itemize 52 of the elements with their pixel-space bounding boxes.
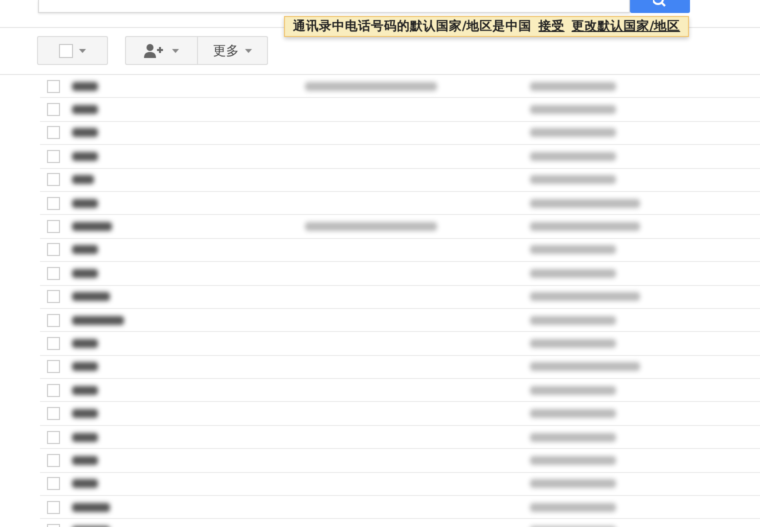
accept-link[interactable]: 接受	[538, 18, 565, 35]
row-checkbox[interactable]	[47, 336, 60, 350]
row-checkbox[interactable]	[47, 384, 60, 397]
more-button[interactable]: 更多	[198, 36, 268, 65]
checkbox-icon	[59, 44, 73, 58]
blurred-name	[72, 128, 98, 138]
blurred-name	[72, 456, 98, 465]
row-checkbox[interactable]	[47, 477, 60, 490]
row-checkbox[interactable]	[47, 80, 60, 93]
row-checkbox[interactable]	[47, 454, 60, 467]
row-checkbox[interactable]	[47, 290, 60, 304]
blurred-name	[72, 222, 112, 232]
row-checkbox[interactable]	[47, 150, 60, 163]
row-checkbox[interactable]	[47, 314, 60, 327]
row-checkbox[interactable]	[47, 220, 60, 234]
notice-message: 通讯录中电话号码的默认国家/地区是中国	[293, 18, 532, 35]
row-checkbox[interactable]	[47, 500, 60, 514]
row-checkbox[interactable]	[47, 266, 60, 280]
blurred-name	[72, 198, 98, 208]
blurred-name	[72, 105, 98, 114]
row-checkbox[interactable]	[47, 360, 60, 374]
blurred-name	[72, 502, 110, 512]
search-field[interactable]	[38, 0, 630, 13]
select-dropdown[interactable]	[37, 36, 108, 65]
blurred-name	[72, 268, 98, 278]
blurred-name	[72, 432, 98, 442]
blurred-name	[72, 245, 98, 254]
row-checkbox[interactable]	[47, 196, 60, 210]
caret-icon	[245, 48, 252, 52]
row-checkbox[interactable]	[47, 407, 60, 420]
blurred-name	[72, 386, 98, 395]
caret-icon	[172, 48, 179, 52]
person-add-icon	[144, 44, 166, 58]
add-contact-button[interactable]	[125, 36, 198, 65]
search-button[interactable]	[630, 0, 690, 13]
search-icon	[653, 0, 667, 8]
blurred-name	[72, 316, 124, 325]
blurred-name	[72, 479, 98, 488]
change-country-link[interactable]: 更改默认国家/地区	[572, 18, 680, 35]
row-checkbox[interactable]	[47, 173, 60, 186]
blurred-name	[72, 338, 98, 348]
row-checkbox[interactable]	[47, 243, 60, 256]
blurred-name	[72, 292, 110, 302]
blurred-name	[72, 175, 94, 184]
caret-icon	[79, 48, 86, 52]
blurred-name	[72, 409, 98, 418]
row-checkbox[interactable]	[47, 126, 60, 140]
blurred-name	[72, 362, 98, 372]
blurred-name	[72, 82, 98, 91]
row-checkbox[interactable]	[47, 103, 60, 116]
blurred-name	[72, 152, 98, 161]
row-checkbox[interactable]	[47, 430, 60, 444]
